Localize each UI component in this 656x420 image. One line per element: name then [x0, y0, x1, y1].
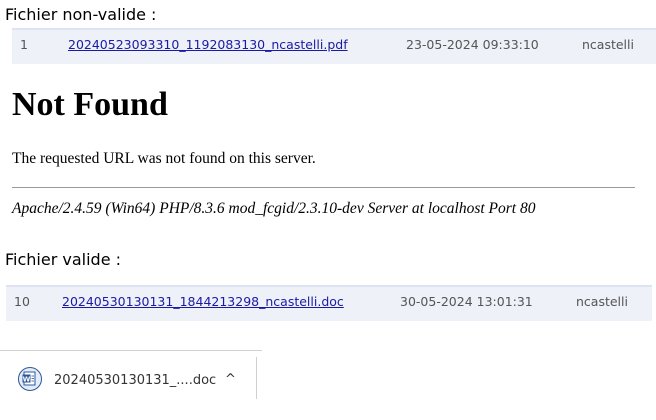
invalid-file-link[interactable]: 20240523093310_1192083130_ncastelli.pdf: [68, 37, 348, 52]
svg-text:W: W: [23, 376, 31, 384]
row-user: ncastelli: [582, 37, 634, 52]
download-bar-border: [0, 350, 262, 352]
valid-file-row: 10 20240530130131_1844213298_ncastelli.d…: [6, 285, 652, 321]
download-item[interactable]: W 20240530130131_....doc ^: [14, 362, 244, 400]
valid-file-heading: Fichier valide :: [5, 250, 122, 269]
chevron-up-glyph: ^: [225, 372, 236, 387]
download-filename: 20240530130131_....doc: [54, 373, 217, 388]
row-user: ncastelli: [576, 294, 628, 309]
row-date: 23-05-2024 09:33:10: [406, 37, 539, 52]
not-found-message: The requested URL was not found on this …: [12, 150, 316, 167]
valid-file-link[interactable]: 20240530130131_1844213298_ncastelli.doc: [62, 294, 344, 309]
row-index: 1: [20, 37, 28, 52]
invalid-file-heading: Fichier non-valide :: [5, 5, 157, 24]
word-document-icon: W: [18, 367, 42, 391]
not-found-title: Not Found: [12, 86, 168, 123]
row-index: 10: [14, 294, 30, 309]
row-date: 30-05-2024 13:01:31: [400, 294, 533, 309]
invalid-file-row: 1 20240523093310_1192083130_ncastelli.pd…: [12, 28, 656, 64]
chevron-up-icon[interactable]: ^: [222, 370, 238, 387]
download-separator: [256, 357, 257, 399]
server-signature: Apache/2.4.59 (Win64) PHP/8.3.6 mod_fcgi…: [12, 200, 536, 217]
horizontal-rule: [12, 187, 635, 188]
